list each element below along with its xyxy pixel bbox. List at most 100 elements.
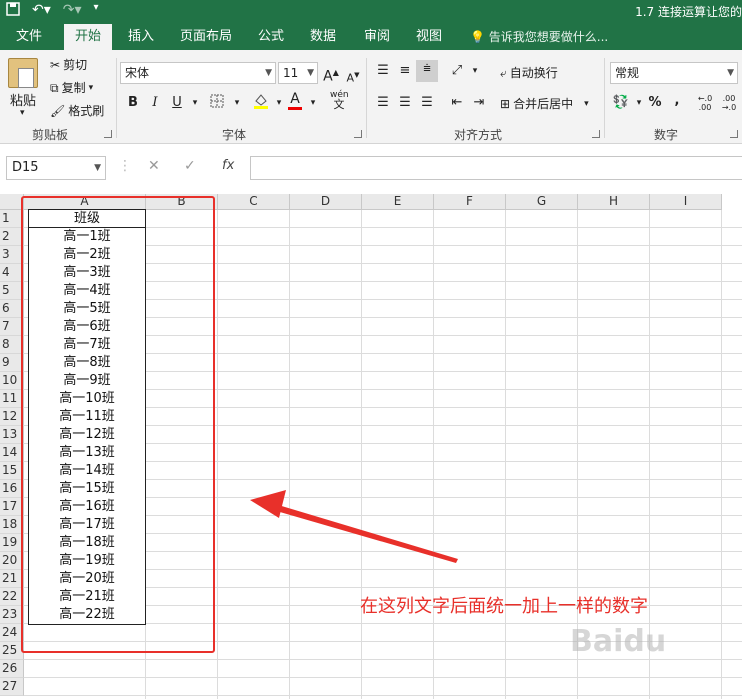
column-header[interactable]: F xyxy=(434,194,506,210)
tab-file[interactable]: 文件 xyxy=(6,24,52,50)
enter-icon[interactable]: ✓ xyxy=(184,158,196,174)
insert-function-icon[interactable]: fx xyxy=(222,158,234,173)
formula-input[interactable] xyxy=(250,156,742,180)
bold-button[interactable]: B xyxy=(124,94,142,112)
font-group-label: 字体 xyxy=(221,128,246,142)
chevron-down-icon: ▼ xyxy=(307,68,314,78)
scissors-icon: ✂ xyxy=(50,57,61,72)
wrap-text-button[interactable]: ⤶ 自动换行 xyxy=(500,64,558,81)
alignment-group-label: 对齐方式 xyxy=(453,128,502,142)
align-bottom-icon[interactable]: ⩧ xyxy=(416,60,438,82)
gridline xyxy=(24,659,742,660)
lightbulb-icon: 💡 xyxy=(470,30,485,44)
chevron-down-icon: ▼ xyxy=(727,68,734,78)
align-right-icon[interactable]: ☰ xyxy=(418,94,436,112)
fill-color-icon[interactable] xyxy=(252,92,270,110)
borders-dropdown-icon[interactable]: ▾ xyxy=(228,94,246,112)
borders-icon[interactable] xyxy=(208,94,226,112)
paste-button[interactable]: 粘贴 xyxy=(10,90,36,109)
phonetic-guide-button[interactable]: wén 文 xyxy=(330,90,349,110)
increase-indent-icon[interactable]: ⇥ xyxy=(470,94,488,112)
redo-icon[interactable]: ↷▾ xyxy=(63,2,82,20)
align-middle-icon[interactable]: ≡ xyxy=(396,62,414,80)
tab-page-layout[interactable]: 页面布局 xyxy=(172,24,240,50)
column-header[interactable]: I xyxy=(650,194,722,210)
font-color-icon[interactable]: A xyxy=(286,90,304,110)
shrink-font-button[interactable]: A▼ xyxy=(344,66,362,85)
copy-button[interactable]: ⧉ 复制 ▾ xyxy=(50,79,93,96)
font-launcher-icon[interactable] xyxy=(354,130,362,138)
clipboard-group-label: 剪贴板 xyxy=(31,128,68,142)
alignment-launcher-icon[interactable] xyxy=(592,130,600,138)
column-header[interactable]: D xyxy=(290,194,362,210)
ribbon: 粘贴 ▾ ✂ 剪切 ⧉ 复制 ▾ 🖌 格式刷 剪贴板 宋体 ▼ 11 ▼ A▲ … xyxy=(0,50,742,144)
cut-label: 剪切 xyxy=(63,58,88,72)
grow-font-button[interactable]: A▲ xyxy=(322,64,340,85)
customize-qat-icon[interactable]: ▾ xyxy=(94,2,99,20)
number-launcher-icon[interactable] xyxy=(730,130,738,138)
worksheet-grid[interactable]: A B C D E F G H I 1 2 3 4 5 6 7 8 9 10 11 12 13 14 15 16 17 18 19 20… xyxy=(0,194,742,699)
underline-dropdown-icon[interactable]: ▾ xyxy=(186,94,204,112)
separator xyxy=(604,58,605,138)
name-box[interactable]: D15 ▼ xyxy=(6,156,106,180)
column-header[interactable]: E xyxy=(362,194,434,210)
cut-button[interactable]: ✂ 剪切 xyxy=(50,56,87,73)
number-format-combo[interactable]: 常规 ▼ xyxy=(610,62,738,84)
gridline xyxy=(24,677,742,678)
tell-me-box[interactable]: 💡 告诉我您想要做什么... xyxy=(470,24,608,50)
save-icon[interactable] xyxy=(6,2,20,20)
font-size-combo[interactable]: 11 ▼ xyxy=(278,62,318,84)
column-header[interactable]: C xyxy=(218,194,290,210)
merge-dropdown-icon[interactable]: ▾ xyxy=(584,99,589,109)
merge-center-button[interactable]: ⊞ 合并后居中 ▾ xyxy=(500,95,589,112)
decrease-decimal-icon[interactable]: .00 →.0 xyxy=(720,94,738,112)
orientation-icon[interactable]: ⤢ xyxy=(448,62,466,80)
arrow-head xyxy=(250,490,286,518)
gridline xyxy=(217,210,218,699)
row-header[interactable]: 26 xyxy=(0,660,24,678)
number-format-value: 常规 xyxy=(615,66,640,80)
font-color-dropdown-icon[interactable]: ▾ xyxy=(304,94,322,112)
row-header[interactable]: 27 xyxy=(0,678,24,696)
paste-dropdown-icon[interactable]: ▾ xyxy=(20,108,25,118)
orientation-dropdown-icon[interactable]: ▾ xyxy=(466,62,484,80)
font-name-combo[interactable]: 宋体 ▼ xyxy=(120,62,276,84)
grow-font-icon: A xyxy=(323,68,333,85)
increase-decimal-icon[interactable]: ←.0.00 xyxy=(696,94,714,112)
decrease-indent-icon[interactable]: ⇤ xyxy=(448,94,466,112)
copy-dropdown-icon[interactable]: ▾ xyxy=(89,83,94,93)
annotation-text: 在这列文字后面统一加上一样的数字 xyxy=(360,596,648,617)
tab-formulas[interactable]: 公式 xyxy=(248,24,294,50)
tell-me-text: 告诉我您想要做什么... xyxy=(488,30,609,44)
merge-icon: ⊞ xyxy=(500,96,511,111)
document-title: 1.7 连接运算让您的 xyxy=(635,5,742,19)
underline-button[interactable]: U xyxy=(168,94,186,112)
merge-center-label: 合并后居中 xyxy=(513,97,574,111)
align-top-icon[interactable]: ☰ xyxy=(374,62,392,80)
percent-button[interactable]: % xyxy=(646,94,664,112)
column-header[interactable]: H xyxy=(578,194,650,210)
format-painter-button[interactable]: 🖌 格式刷 xyxy=(50,102,104,119)
tab-review[interactable]: 审阅 xyxy=(354,24,400,50)
paste-label: 粘贴 xyxy=(10,94,37,109)
gridline xyxy=(289,210,290,699)
align-center-icon[interactable]: ☰ xyxy=(396,94,414,112)
font-size-value: 11 xyxy=(283,66,299,80)
tab-data[interactable]: 数据 xyxy=(300,24,346,50)
shrink-font-icon: A xyxy=(346,71,355,85)
cancel-icon[interactable]: ✕ xyxy=(148,158,160,174)
align-left-icon[interactable]: ☰ xyxy=(374,94,392,112)
column-header[interactable]: G xyxy=(506,194,578,210)
currency-icon[interactable]: 💱 xyxy=(612,94,630,112)
tab-home[interactable]: 开始 xyxy=(64,24,112,50)
paste-icon[interactable] xyxy=(8,58,38,88)
chevron-down-icon: ▼ xyxy=(265,68,272,78)
clipboard-launcher-icon[interactable] xyxy=(104,130,112,138)
separator xyxy=(116,58,117,138)
tab-view[interactable]: 视图 xyxy=(406,24,452,50)
tab-insert[interactable]: 插入 xyxy=(118,24,164,50)
number-group-label: 数字 xyxy=(653,128,678,142)
italic-button[interactable]: I xyxy=(146,94,164,112)
comma-button[interactable]: , xyxy=(668,92,686,110)
undo-icon[interactable]: ↶▾ xyxy=(32,2,51,20)
